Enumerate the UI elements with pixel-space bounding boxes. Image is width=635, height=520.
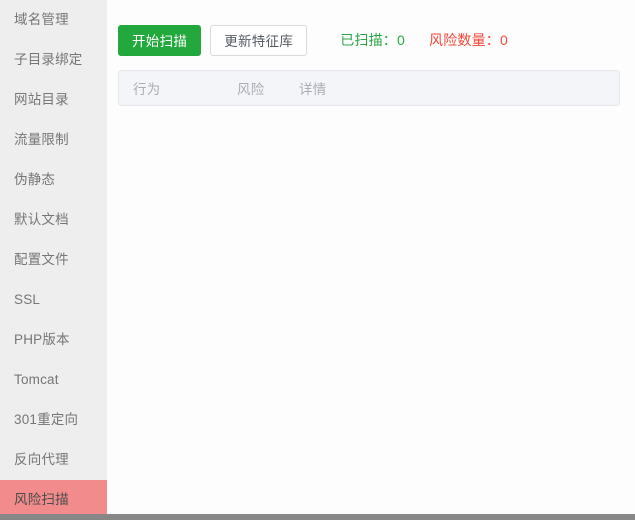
sidebar-item-pseudo-static[interactable]: 伪静态	[0, 160, 107, 200]
sidebar-item-301-redirect[interactable]: 301重定向	[0, 400, 107, 440]
sidebar-item-subdirectory-binding[interactable]: 子目录绑定	[0, 40, 107, 80]
update-signature-database-button[interactable]: 更新特征库	[210, 24, 308, 56]
table-header-row: 行为 风险 详情	[119, 71, 619, 105]
toolbar: 开始扫描 更新特征库 已扫描：0 风险数量：0	[118, 24, 508, 56]
start-scan-button[interactable]: 开始扫描	[118, 24, 202, 56]
sidebar-item-traffic-limit[interactable]: 流量限制	[0, 120, 107, 160]
sidebar-nav-list: 域名管理 子目录绑定 网站目录 流量限制 伪静态 默认文档 配置文件 SSL P…	[0, 0, 131, 514]
sidebar-item-php-version[interactable]: PHP版本	[0, 320, 107, 360]
table-column-header-detail: 详情	[299, 82, 327, 97]
sidebar-item-tomcat[interactable]: Tomcat	[0, 360, 107, 400]
scanned-count-label: 已扫描：0	[340, 32, 405, 48]
scan-result-table: 行为 风险 详情	[118, 70, 620, 106]
sidebar: 域名管理 子目录绑定 网站目录 流量限制 伪静态 默认文档 配置文件 SSL P…	[0, 0, 131, 514]
sidebar-item-default-document[interactable]: 默认文档	[0, 200, 107, 240]
table-column-header-behavior: 行为	[133, 82, 161, 97]
sidebar-item-domain-management[interactable]: 域名管理	[0, 0, 107, 40]
window-bottom-bar	[0, 514, 635, 520]
sidebar-item-config-file[interactable]: 配置文件	[0, 240, 107, 280]
sidebar-item-reverse-proxy[interactable]: 反向代理	[0, 440, 107, 480]
risk-count-label: 风险数量：0	[429, 32, 508, 48]
app-window: 域名管理 子目录绑定 网站目录 流量限制 伪静态 默认文档 配置文件 SSL P…	[0, 0, 635, 514]
sidebar-item-ssl[interactable]: SSL	[0, 280, 107, 320]
content-panel: 开始扫描 更新特征库 已扫描：0 风险数量：0 行为 风险 详情	[107, 0, 635, 514]
sidebar-item-website-directory[interactable]: 网站目录	[0, 80, 107, 120]
table-column-header-risk: 风险	[237, 82, 265, 97]
scan-stats: 已扫描：0 风险数量：0	[340, 30, 508, 50]
